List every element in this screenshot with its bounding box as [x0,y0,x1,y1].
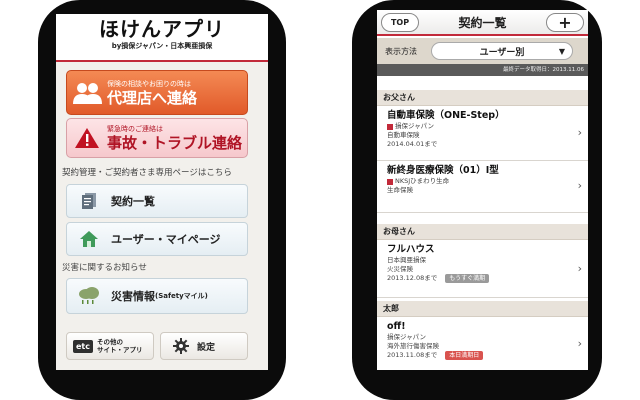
safety-mile-label: (Safetyマイル) [155,292,208,300]
display-mode-value: ユーザー別 [479,47,525,58]
item-title: 新終身医療保険（01）Ⅰ型 [387,165,499,176]
chevron-right-icon: › [577,262,582,275]
item-title: 自動車保険（ONE-Step） [387,110,505,121]
item-title: off! [387,321,406,332]
contract-section-label: 契約管理・ご契約者さま専用ページはこちら [62,168,232,178]
item-date: 2014.04.01まで [387,140,438,148]
settings-button[interactable]: 設定 [160,332,248,360]
item-company-name: NKSJひまわり生命 [395,177,450,185]
contract-list-screen: TOP 契約一覧 + 表示方法 ユーザー別 ▼ 最終データ取得日：2013.11… [377,10,588,370]
dropdown-arrow-icon: ▼ [558,47,565,56]
item-company: 損保ジャパン [387,122,588,131]
status-badge: もうすぐ満期 [445,274,490,283]
disaster-info-button[interactable]: 災害情報 (Safetyマイル) [66,278,248,314]
add-contract-button[interactable]: + [546,13,584,32]
group-header: 太郎 [377,301,588,317]
document-icon [67,192,111,210]
nav-header: TOP 契約一覧 + [377,10,588,36]
emergency-contact-button[interactable]: 緊急時のご連絡は 事故・トラブル連絡 [66,118,248,158]
warning-icon [67,127,107,149]
item-company-name: 損保ジャパン [387,333,426,341]
group-header: お父さん [377,90,588,106]
etc-badge: etc [73,339,93,353]
gear-icon [173,338,189,354]
user-mypage-label: ユーザー・マイページ [111,233,221,246]
company-logo-icon [387,123,393,130]
home-icon [67,230,111,248]
emergency-label: 事故・トラブル連絡 [107,134,243,152]
other-sites-line1: その他の [97,338,123,346]
user-mypage-button[interactable]: ユーザー・マイページ [66,222,248,256]
last-update-date: 最終データ取得日：2013.11.06 [377,64,588,76]
company-logo-icon [387,178,393,185]
bottom-buttons: etc その他の サイト・アプリ 設定 [66,332,248,360]
item-company: NKSJひまわり生命 [387,177,588,186]
item-type: 生命保険 [387,186,413,194]
contact-agent-subtext: 保険の相談やお困りの時は [107,79,191,88]
display-mode-row: 表示方法 ユーザー別 ▼ [377,38,588,64]
chevron-right-icon: › [577,126,582,139]
contact-agent-label: 代理店へ連絡 [107,88,198,107]
disaster-info-label: 災害情報 [111,290,155,303]
display-mode-select[interactable]: ユーザー別 ▼ [431,42,573,60]
other-sites-label: その他の サイト・アプリ [97,338,143,354]
item-date: 2013.11.08まで [387,351,438,359]
list-item[interactable]: フルハウス 日本興亜損保 火災保険 2013.12.08まで もうすぐ満期 › [377,240,588,298]
item-title: フルハウス [387,244,435,255]
contract-list-button[interactable]: 契約一覧 [66,184,248,218]
list-item[interactable]: 新終身医療保険（01）Ⅰ型 NKSJひまわり生命 生命保険 › [377,161,588,213]
item-type: 自動車保険 [387,131,420,139]
item-company-name: 日本興亜損保 [387,256,426,264]
chevron-right-icon: › [577,179,582,192]
page-title: 契約一覧 [458,15,507,30]
item-type: 海外旅行傷害保険 [387,342,439,350]
status-badge: 本日満期日 [445,351,484,360]
group-header: お母さん [377,224,588,240]
list-item[interactable]: off! 損保ジャパン 海外旅行傷害保険 2013.11.08まで 本日満期日 … [377,317,588,370]
rain-cloud-icon [67,286,111,306]
other-sites-button[interactable]: etc その他の サイト・アプリ [66,332,154,360]
settings-label: 設定 [197,342,216,353]
app-logo-subtitle: by損保ジャパン・日本興亜損保 [111,42,213,50]
contract-list-label: 契約一覧 [111,195,155,208]
item-company-name: 損保ジャパン [395,122,434,130]
item-date: 2013.12.08まで [387,274,438,282]
people-icon [67,81,107,105]
contact-agent-button[interactable]: 保険の相談やお困りの時は 代理店へ連絡 [66,70,248,115]
list-item[interactable]: 自動車保険（ONE-Step） 損保ジャパン 自動車保険 2014.04.01ま… [377,106,588,161]
top-button[interactable]: TOP [381,13,419,32]
chevron-right-icon: › [577,337,582,350]
emergency-subtext: 緊急時のご連絡は [107,125,163,133]
item-date-row: 2013.12.08まで もうすぐ満期 [387,274,588,283]
app-logo-title: ほけんアプリ [99,17,225,41]
other-sites-line2: サイト・アプリ [97,346,143,354]
app-logo: ほけんアプリ by損保ジャパン・日本興亜損保 [56,14,268,62]
home-screen: ほけんアプリ by損保ジャパン・日本興亜損保 保険の相談やお困りの時は 代理店へ… [56,14,268,370]
item-date-row: 2013.11.08まで 本日満期日 [387,351,588,360]
display-mode-label: 表示方法 [385,46,417,56]
item-type: 火災保険 [387,265,413,273]
disaster-section-label: 災害に関するお知らせ [62,263,147,273]
